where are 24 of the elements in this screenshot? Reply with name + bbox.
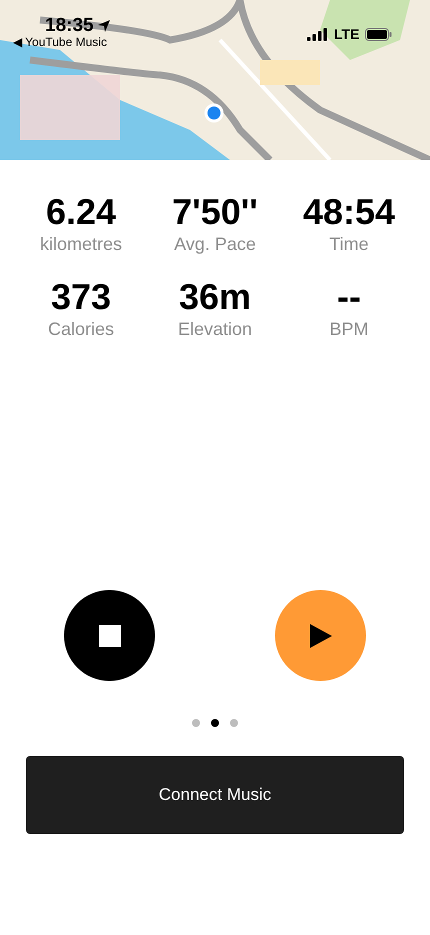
back-to-app-link[interactable]: ◀ YouTube Music <box>13 35 107 49</box>
signal-icon <box>307 28 327 41</box>
stat-value: 373 <box>50 277 112 317</box>
status-time: 18:35 <box>45 15 94 37</box>
stat-label: Time <box>329 234 369 255</box>
stat-label: Elevation <box>178 319 252 340</box>
battery-icon <box>365 28 392 41</box>
stat-label: Avg. Pace <box>174 234 256 255</box>
play-icon <box>310 624 332 648</box>
stat-value: 6.24 <box>46 192 116 232</box>
network-label: LTE <box>334 26 360 42</box>
location-arrow-icon <box>97 19 111 33</box>
stat-value: 48:54 <box>302 192 396 232</box>
stop-icon <box>98 624 120 646</box>
page-dot[interactable] <box>192 719 200 727</box>
stat-value: 7'50'' <box>172 192 258 232</box>
page-dot[interactable] <box>230 719 238 727</box>
connect-music-button[interactable]: Connect Music <box>26 756 404 834</box>
stat-label: kilometres <box>40 234 122 255</box>
page-dot[interactable] <box>211 719 219 727</box>
stat-value: -- <box>337 277 361 317</box>
stat-value: 36m <box>178 277 252 317</box>
stat-label: Calories <box>48 319 114 340</box>
stat-label: BPM <box>329 319 368 340</box>
